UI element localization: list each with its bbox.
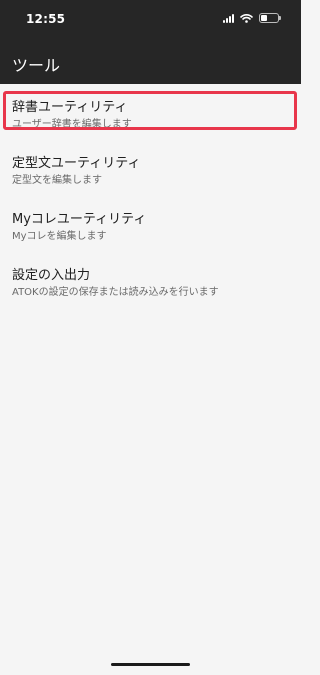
tools-list: 辞書ユーティリティ ユーザー辞書を編集します 定型文ユーティリティ 定型文を編集… bbox=[0, 84, 301, 308]
status-time: 12:55 bbox=[26, 12, 66, 26]
list-item-description: ユーザー辞書を編集します bbox=[12, 119, 132, 130]
list-item-dictionary-utility[interactable]: 辞書ユーティリティ ユーザー辞書を編集します bbox=[0, 84, 301, 140]
page-title: ツール bbox=[12, 56, 61, 75]
list-item-settings-io[interactable]: 設定の入出力 ATOKの設定の保存または読み込みを行います bbox=[0, 252, 301, 308]
list-item-description: 定型文を編集します bbox=[12, 175, 102, 186]
list-item-description: Myコレを編集します bbox=[12, 231, 107, 242]
status-icons bbox=[223, 13, 281, 23]
home-indicator[interactable] bbox=[111, 663, 190, 666]
battery-icon bbox=[259, 13, 281, 23]
wifi-icon bbox=[240, 14, 253, 23]
signal-icon bbox=[223, 13, 234, 23]
list-item-label: 辞書ユーティリティ bbox=[12, 100, 128, 115]
list-item-template-utility[interactable]: 定型文ユーティリティ 定型文を編集します bbox=[0, 140, 301, 196]
list-item-description: ATOKの設定の保存または読み込みを行います bbox=[12, 287, 219, 298]
list-item-label: 設定の入出力 bbox=[12, 268, 91, 283]
list-item-label: Myコレユーティリティ bbox=[12, 212, 147, 227]
top-app-bar: 12:55 ツール bbox=[0, 0, 301, 84]
list-item-label: 定型文ユーティリティ bbox=[12, 156, 141, 171]
list-item-mycolle-utility[interactable]: Myコレユーティリティ Myコレを編集します bbox=[0, 196, 301, 252]
